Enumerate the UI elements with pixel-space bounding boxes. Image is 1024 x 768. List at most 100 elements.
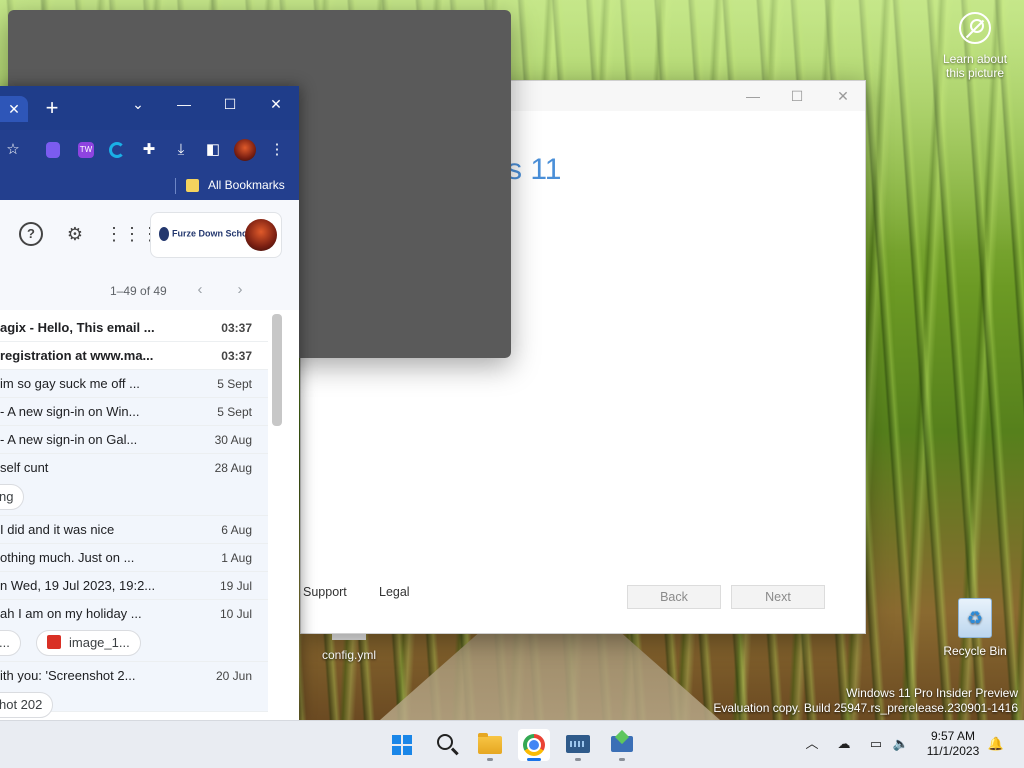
menu-kebab-icon[interactable]: ⋮ xyxy=(266,139,288,161)
clock-date: 11/1/2023 xyxy=(926,744,980,758)
all-bookmarks-button[interactable]: All Bookmarks xyxy=(208,178,285,192)
chrome-window: ✕ + ⌄ — ☐ ✕ ☆ TW ✚ ⤓ ◧ ⋮ All Bookmarks ?… xyxy=(0,86,299,720)
email-row[interactable]: ah I am on my holiday ... 10 Jul ... ima… xyxy=(0,600,268,662)
pagination-count: 1–49 of 49 xyxy=(110,284,167,298)
email-time: 03:37 xyxy=(221,321,252,335)
maximize-icon[interactable]: ☐ xyxy=(218,92,242,116)
folder-icon xyxy=(186,179,199,192)
tab-strip: ✕ + ⌄ — ☐ ✕ xyxy=(0,86,299,130)
email-time: 20 Jun xyxy=(215,669,252,683)
email-time: 1 Aug xyxy=(221,551,252,565)
chevron-up-icon[interactable]: ︿ xyxy=(803,735,821,753)
email-row[interactable]: self cunt 28 Aug ng xyxy=(0,454,268,516)
email-snippet: n Wed, 19 Jul 2023, 19:2... xyxy=(0,578,156,593)
prev-page-icon[interactable]: ‹ xyxy=(190,280,210,300)
email-row[interactable]: othing much. Just on ... 1 Aug xyxy=(0,544,268,572)
browser-toolbar: ☆ TW ✚ ⤓ ◧ ⋮ xyxy=(0,130,299,170)
file-explorer-button[interactable] xyxy=(474,729,506,761)
new-tab-button[interactable]: + xyxy=(42,97,62,119)
clock-time: 9:57 AM xyxy=(930,729,976,743)
bookmarks-separator xyxy=(175,178,176,194)
email-time: 5 Sept xyxy=(217,405,252,419)
email-snippet: ah I am on my holiday ... xyxy=(0,606,142,621)
setup-taskbar-button[interactable] xyxy=(606,729,638,761)
email-row[interactable]: n Wed, 19 Jul 2023, 19:2... 19 Jul xyxy=(0,572,268,600)
windows-watermark: Windows 11 Pro Insider Preview Evaluatio… xyxy=(713,686,1018,716)
recycle-bin[interactable]: ♻ Recycle Bin xyxy=(940,598,1010,658)
taskbar: ︿ ☁ ▭ 🔈 9:57 AM 11/1/2023 🔔 xyxy=(0,720,1024,768)
extension-tw-icon[interactable]: TW xyxy=(78,142,94,158)
extensions-puzzle-icon[interactable]: ✚ xyxy=(138,139,160,161)
maximize-icon[interactable]: ☐ xyxy=(787,87,807,105)
learn-about-label: Learn about this picture xyxy=(942,52,1008,80)
start-button[interactable] xyxy=(386,729,418,761)
back-button[interactable]: Back xyxy=(627,585,721,609)
desktop-file-config[interactable]: config.yml xyxy=(322,634,442,662)
bookmark-star-icon[interactable]: ☆ xyxy=(2,139,24,161)
email-row[interactable]: - A new sign-in on Gal... 30 Aug xyxy=(0,426,268,454)
email-snippet: agix - Hello, This email ... xyxy=(0,320,155,335)
close-icon[interactable]: ✕ xyxy=(833,87,853,105)
account-switcher[interactable]: Furze Down School xyxy=(150,212,282,258)
profile-avatar[interactable] xyxy=(234,139,256,161)
email-snippet: - A new sign-in on Gal... xyxy=(0,432,138,447)
notification-bell-icon[interactable]: 🔔 xyxy=(987,735,1005,753)
support-link[interactable]: Support xyxy=(303,585,347,599)
email-time: 30 Aug xyxy=(214,433,252,447)
chrome-icon xyxy=(523,734,545,756)
email-snippet: othing much. Just on ... xyxy=(0,550,135,565)
email-snippet: im so gay suck me off ... xyxy=(0,376,140,391)
settings-gear-icon[interactable]: ⚙ xyxy=(63,222,87,246)
tab-search-icon[interactable]: ⌄ xyxy=(126,92,150,116)
camera-info-icon xyxy=(959,12,991,44)
extension-ring-icon[interactable] xyxy=(109,142,125,158)
running-indicator xyxy=(487,758,493,761)
side-panel-icon[interactable]: ◧ xyxy=(202,139,224,161)
email-row[interactable]: im so gay suck me off ... 5 Sept xyxy=(0,370,268,398)
attachment-chip[interactable]: hot 202 xyxy=(0,692,54,718)
setup-heading: s 11 xyxy=(507,153,562,186)
email-time: 10 Jul xyxy=(219,607,252,621)
next-page-icon[interactable]: › xyxy=(230,280,250,300)
close-icon[interactable]: ✕ xyxy=(264,92,288,116)
tab-close-icon[interactable]: ✕ xyxy=(0,96,28,122)
recycle-bin-icon: ♻ xyxy=(958,598,992,638)
attachment-name: image_1... xyxy=(69,635,130,650)
email-row[interactable]: agix - Hello, This email ... 03:37 xyxy=(0,314,268,342)
search-button[interactable] xyxy=(431,729,463,761)
cloud-icon[interactable]: ☁ xyxy=(835,735,853,753)
attachment-chip-image[interactable]: image_1... xyxy=(36,630,141,656)
email-row[interactable]: I did and it was nice 6 Aug xyxy=(0,516,268,544)
minimize-icon[interactable]: — xyxy=(172,92,196,116)
email-row[interactable]: ith you: 'Screenshot 2... 20 Jun hot 202 xyxy=(0,662,268,718)
watermark-line-1: Windows 11 Pro Insider Preview xyxy=(846,686,1018,700)
email-snippet: self cunt xyxy=(0,460,49,475)
bookmarks-bar: All Bookmarks xyxy=(0,170,299,200)
volume-icon[interactable]: 🔈 xyxy=(892,735,910,753)
download-icon[interactable]: ⤓ xyxy=(170,139,192,161)
app-taskbar-button[interactable] xyxy=(562,729,594,761)
keyboard-app-icon xyxy=(566,735,590,753)
scrollbar-thumb[interactable] xyxy=(272,314,282,426)
legal-link[interactable]: Legal xyxy=(379,585,410,599)
email-list: agix - Hello, This email ... 03:37 regis… xyxy=(0,314,268,718)
help-icon[interactable]: ? xyxy=(19,222,43,246)
attachment-chip[interactable]: ng xyxy=(0,484,25,510)
folder-icon xyxy=(478,733,502,754)
next-button[interactable]: Next xyxy=(731,585,825,609)
network-icon[interactable]: ▭ xyxy=(867,735,885,753)
extension-purple-icon[interactable] xyxy=(46,142,60,158)
email-row[interactable]: registration at www.ma... 03:37 xyxy=(0,342,268,370)
email-snippet: ith you: 'Screenshot 2... xyxy=(0,668,136,683)
gmail-header: ? ⚙ ⋮⋮⋮ Furze Down School xyxy=(0,200,299,274)
minimize-icon[interactable]: — xyxy=(743,87,763,105)
attachment-chip[interactable]: ... xyxy=(0,630,21,656)
email-snippet: - A new sign-in on Win... xyxy=(0,404,140,419)
running-indicator xyxy=(575,758,581,761)
clock[interactable]: 9:57 AM 11/1/2023 xyxy=(918,729,988,759)
pagination-bar: 1–49 of 49 ‹ › xyxy=(0,274,299,310)
learn-about-picture[interactable]: Learn about this picture xyxy=(940,12,1010,80)
email-row[interactable]: - A new sign-in on Win... 5 Sept xyxy=(0,398,268,426)
chrome-taskbar-button[interactable] xyxy=(518,729,550,761)
apps-grid-icon[interactable]: ⋮⋮⋮ xyxy=(105,222,159,246)
